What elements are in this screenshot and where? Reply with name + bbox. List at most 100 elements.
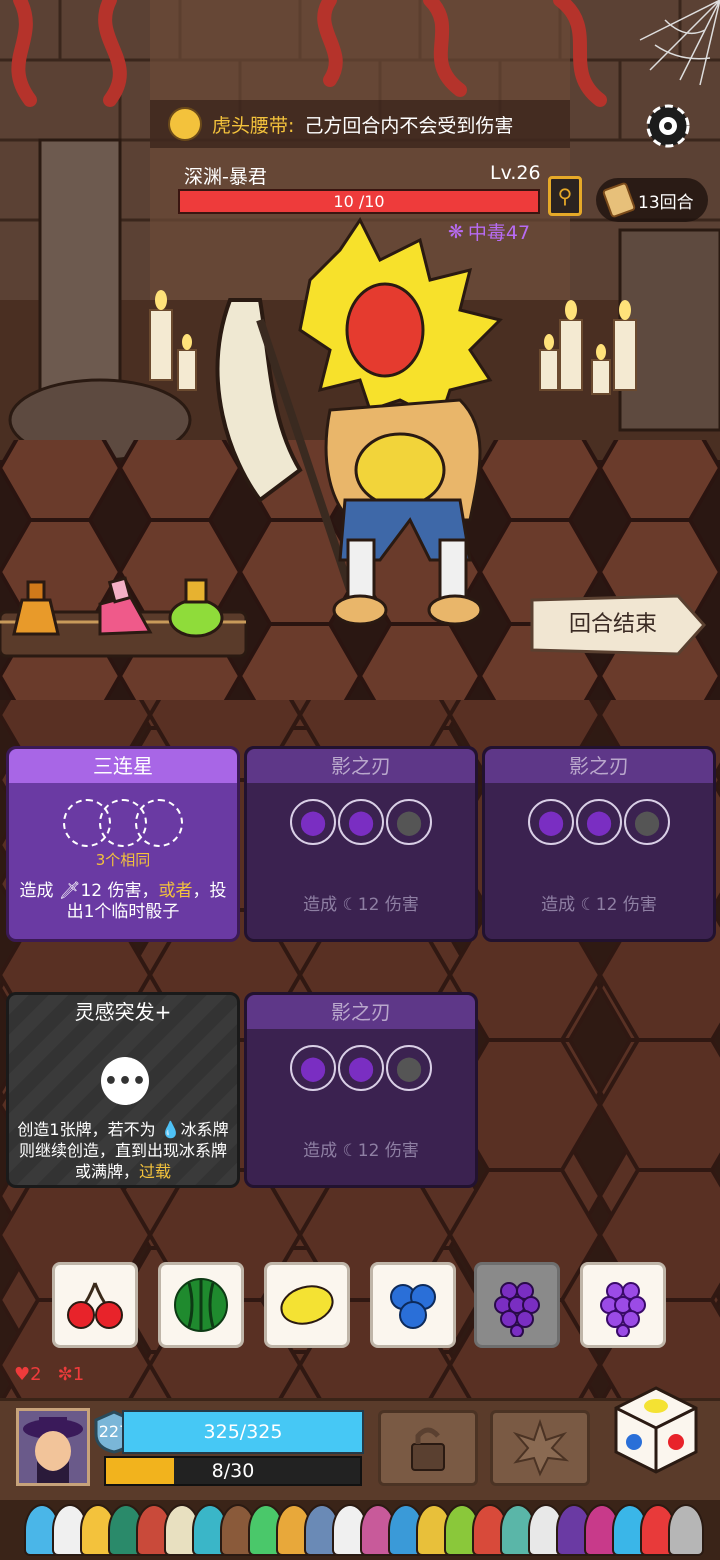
potion-orange-icon [12, 580, 60, 636]
grape-slot[interactable]: ⬤ [576, 799, 622, 845]
desc-text: 造成 [303, 895, 343, 915]
spiral-icon: ✼ [57, 1364, 73, 1385]
relic-effect: 己方回合内不会受到伤害 [304, 114, 514, 137]
enemy-hp-bar: 10 /10 [178, 189, 540, 214]
grape-icon [494, 1282, 540, 1337]
potion-shelf [0, 574, 250, 658]
explosion-icon [512, 1418, 570, 1477]
card-requirement: 3个相同 [95, 851, 151, 869]
poison-status-text: 中毒47 [467, 222, 531, 244]
grape-slot[interactable]: ⬤ [338, 799, 384, 845]
heart-buff[interactable]: ♥2 [14, 1364, 42, 1385]
grape-icon: ⬤ [395, 1054, 423, 1082]
cherry-icon [67, 1282, 123, 1329]
turn-counter: 13回合 [596, 178, 708, 222]
watermelon-icon [174, 1278, 228, 1332]
grape-slot[interactable]: ⬤ [290, 1045, 336, 1091]
card-triple-star[interactable]: 三连星 3个相同 造成 🗡12 伤害，或者，投出1个临时骰子 [6, 746, 240, 942]
desc-text: 伤害 [379, 1141, 419, 1161]
spiral-buff[interactable]: ✼1 [58, 1364, 85, 1385]
enemy-level: Lv.26 [490, 162, 541, 184]
card-description: 创造1张牌，若不为 💧冰系牌则继续创造，直到出现冰系牌或满牌，过载 [15, 1119, 231, 1182]
explosion-skill-button[interactable] [490, 1410, 590, 1486]
grape-slot[interactable]: ⬤ [624, 799, 670, 845]
relic-banner: 虎头腰带: 己方回合内不会受到伤害 [150, 100, 570, 148]
card-description: 造成 🗡12 伤害，或者，投出1个临时骰子 [15, 881, 231, 923]
card-title: 影之刃 [247, 749, 475, 783]
enemy-hp-text: 10 /10 [333, 192, 385, 211]
sword-icon: 🗡 [58, 881, 81, 901]
grape-icon: ⬤ [347, 808, 375, 836]
card-title: 影之刃 [485, 749, 713, 783]
desc-keyword: 过载 [139, 1162, 172, 1181]
grape-icon: ⬤ [347, 1054, 375, 1082]
moon-icon: ☾ [342, 895, 358, 915]
lemon-icon [280, 1285, 334, 1325]
water-drop-icon: 💧 [160, 1120, 181, 1139]
card-title: 灵感突发+ [74, 1000, 172, 1024]
desc-text: 12 伤害， [80, 881, 159, 901]
player-avatar[interactable] [16, 1408, 90, 1486]
grape-icon: ⬤ [299, 1054, 327, 1082]
desc-text: 造成 [303, 1141, 343, 1161]
dice-slots: ⬤ ⬤ ⬤ [247, 1045, 475, 1091]
player-hp-bar: 325/325 [122, 1410, 364, 1454]
grape-slot[interactable]: ⬤ [290, 799, 336, 845]
desc-text: 创造1张牌，若不为 [17, 1120, 161, 1139]
die-grape[interactable] [580, 1262, 666, 1348]
tiger-belt-icon [168, 107, 202, 141]
dice-slots: ⬤ ⬤ ⬤ [485, 799, 713, 845]
grape-slot[interactable]: ⬤ [338, 1045, 384, 1091]
scroll-icon [601, 181, 637, 219]
desc-keyword: 或者 [158, 881, 193, 901]
enemy-status-poison[interactable]: ❋ 中毒47 [448, 218, 530, 245]
card-description: 造成 ☾12 伤害 [491, 895, 707, 916]
end-turn-button[interactable]: 回合结束 [528, 592, 708, 658]
die-grape-selected[interactable] [474, 1262, 560, 1348]
card-description: 造成 ☾12 伤害 [253, 895, 469, 916]
grape-slot[interactable]: ⬤ [386, 1045, 432, 1091]
die-blueberry[interactable] [370, 1262, 456, 1348]
damage-value: 12 [595, 895, 618, 915]
die-cherry[interactable] [52, 1262, 138, 1348]
heart-icon: ♥ [14, 1364, 31, 1385]
ellipsis-icon: ••• [101, 1057, 149, 1105]
card-title: 三连星 [9, 749, 237, 783]
inspect-enemy-button[interactable]: ⚲ [548, 176, 582, 216]
enemy-name: 深渊-暴君 [184, 166, 267, 188]
desc-text: 造成 [19, 881, 59, 901]
desc-text: 伤害 [617, 895, 657, 915]
player-xp-bar: 8/30 [104, 1456, 362, 1486]
card-shadow-blade[interactable]: 影之刃 ⬤ ⬤ ⬤ 造成 ☾12 伤害 [244, 746, 478, 942]
die-watermelon[interactable] [158, 1262, 244, 1348]
potion-green-icon [168, 578, 224, 638]
card-description: 造成 ☾12 伤害 [253, 1141, 469, 1162]
settings-gear-icon[interactable] [640, 98, 696, 154]
spiral-count: 1 [72, 1364, 85, 1385]
blueberry-icon [390, 1284, 436, 1329]
card-shadow-blade[interactable]: 影之刃 ⬤ ⬤ ⬤ 造成 ☾12 伤害 [244, 992, 478, 1188]
grape-slot[interactable]: ⬤ [386, 799, 432, 845]
roll-dice-button[interactable] [610, 1384, 702, 1476]
relic-icon[interactable] [668, 1504, 704, 1556]
card-shadow-blade[interactable]: 影之刃 ⬤ ⬤ ⬤ 造成 ☾12 伤害 [482, 746, 716, 942]
grape-icon: ⬤ [537, 808, 565, 836]
grape-icon: ⬤ [585, 808, 613, 836]
grape-icon [600, 1282, 646, 1337]
grape-icon: ⬤ [633, 808, 661, 836]
dice-slots [9, 799, 237, 847]
moon-icon: ☾ [580, 895, 596, 915]
grape-slot[interactable]: ⬤ [528, 799, 574, 845]
card-inspiration-burst[interactable]: 灵感突发+ ••• 创造1张牌，若不为 💧冰系牌则继续创造，直到出现冰系牌或满牌… [6, 992, 240, 1188]
end-turn-label: 回合结束 [568, 612, 657, 637]
damage-value: 12 [357, 895, 380, 915]
player-hp-text: 325/325 [203, 1421, 283, 1443]
die-lemon[interactable] [264, 1262, 350, 1348]
grape-icon: ⬤ [395, 808, 423, 836]
damage-value: 12 [357, 1141, 380, 1161]
magnifier-icon: ⚲ [557, 184, 573, 208]
lock-skill-button[interactable] [378, 1410, 478, 1486]
empty-dice-slot[interactable] [135, 799, 183, 847]
relic-name: 虎头腰带: [212, 114, 295, 137]
card-title: 影之刃 [247, 995, 475, 1029]
